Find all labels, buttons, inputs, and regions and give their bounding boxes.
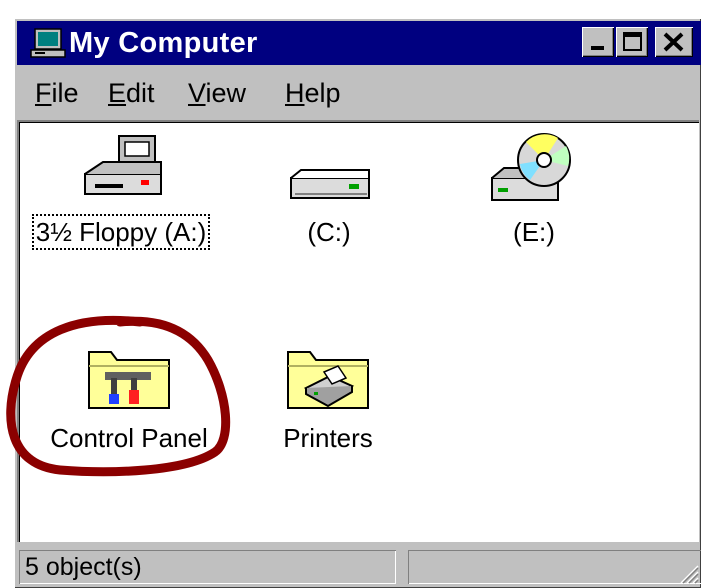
control-panel-item[interactable]: Control Panel — [29, 338, 229, 454]
hard-drive-c-item[interactable]: (C:) — [239, 132, 419, 248]
printers-label: Printers — [283, 423, 373, 453]
menu-view[interactable]: View — [186, 76, 248, 110]
close-icon — [663, 32, 684, 52]
maximize-button[interactable] — [616, 27, 648, 57]
minimize-icon — [591, 46, 604, 50]
floppy-drive-item[interactable]: 3½ Floppy (A:) — [21, 132, 221, 250]
status-bar: 5 object(s) — [17, 546, 701, 586]
content-area: 3½ Floppy (A:) (C:) (E:) Control Panel P… — [17, 120, 699, 542]
menu-edit[interactable]: Edit — [106, 76, 157, 110]
control-panel-folder-icon — [88, 351, 170, 409]
title-bar[interactable]: My Computer — [17, 21, 701, 65]
cd-drive-e-item[interactable]: (E:) — [449, 132, 619, 248]
hard-drive-icon — [290, 169, 370, 199]
computer-icon — [30, 28, 66, 58]
menu-help[interactable]: Help — [283, 76, 343, 110]
close-button[interactable] — [655, 27, 693, 57]
status-object-count: 5 object(s) — [19, 550, 396, 584]
menu-bar: File Edit View Help — [17, 70, 701, 118]
maximize-icon — [623, 32, 642, 51]
my-computer-window: My Computer File Edit View Help 3½ Flopp… — [14, 18, 701, 588]
cd-drive-e-label: (E:) — [513, 217, 555, 247]
control-panel-label: Control Panel — [50, 423, 208, 453]
resize-grip-icon[interactable] — [677, 562, 699, 584]
minimize-button[interactable] — [582, 27, 614, 57]
floppy-drive-label: 3½ Floppy (A:) — [31, 214, 211, 250]
printers-folder-icon — [287, 351, 369, 409]
hard-drive-c-label: (C:) — [307, 217, 351, 247]
status-right-pane — [408, 550, 701, 584]
cd-drive-icon — [491, 133, 571, 201]
floppy-drive-icon — [84, 135, 162, 195]
printers-item[interactable]: Printers — [243, 338, 413, 454]
menu-file[interactable]: File — [33, 76, 81, 110]
window-title: My Computer — [69, 27, 258, 59]
